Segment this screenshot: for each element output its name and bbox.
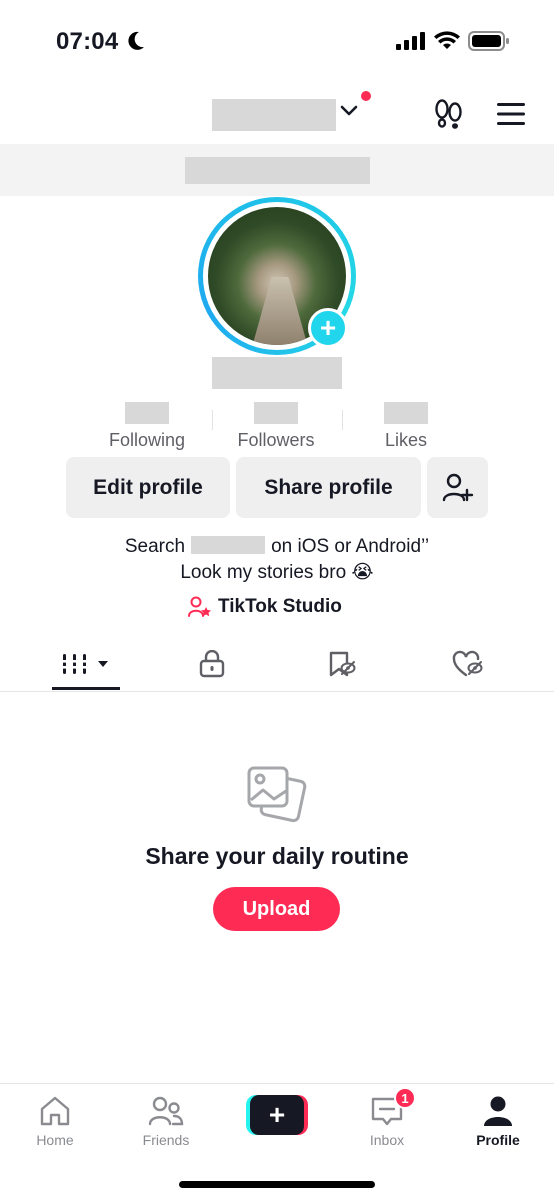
plus-icon: + (319, 312, 337, 343)
status-time: 07:04 (56, 28, 119, 55)
info-banner[interactable] (0, 144, 554, 196)
nav-label: Home (36, 1132, 74, 1148)
stat-following[interactable]: Following (77, 402, 217, 451)
banner-text-redacted (185, 157, 370, 184)
nav-label: Inbox (369, 1132, 405, 1148)
lock-icon (199, 650, 225, 678)
empty-state-title: Share your daily routine (145, 843, 409, 869)
signal-icon (396, 32, 425, 50)
nav-inbox[interactable]: Inbox (337, 1092, 437, 1148)
footprint-icon[interactable] (432, 98, 466, 130)
stat-label: Followers (237, 430, 315, 450)
stat-label: Following (108, 430, 186, 450)
moon-icon (128, 31, 144, 50)
stat-value-redacted (384, 402, 428, 424)
create-icon: + (250, 1095, 304, 1135)
tab-private[interactable] (182, 648, 242, 680)
wifi-icon (434, 31, 460, 49)
heart-icon (452, 650, 483, 677)
create-button[interactable]: + (246, 1095, 308, 1135)
add-story-button[interactable]: + (308, 308, 348, 348)
menu-icon[interactable] (496, 102, 526, 126)
upload-button[interactable]: Upload (213, 887, 340, 931)
friends-icon (148, 1096, 184, 1126)
home-icon (40, 1096, 70, 1126)
stat-followers[interactable]: Followers (206, 402, 346, 451)
stat-label: Likes (384, 430, 428, 450)
nav-home[interactable]: Home (5, 1092, 105, 1148)
notification-dot (361, 91, 371, 101)
content-tabs (0, 640, 554, 692)
bio-line-1: Search on iOS or Android’’ (124, 536, 430, 557)
inbox-badge: 1 (394, 1087, 416, 1109)
nav-label: Profile (476, 1132, 520, 1148)
bio-line-2: Look my stories bro 😭 (180, 562, 374, 583)
add-friend-button[interactable] (427, 457, 488, 518)
add-friend-icon (442, 473, 473, 501)
profile-icon (484, 1096, 512, 1126)
share-profile-button[interactable]: Share profile (236, 457, 421, 518)
stat-value-redacted (125, 402, 169, 424)
tiktok-studio-link[interactable]: TikTok Studio (188, 595, 342, 619)
bio-redacted (191, 536, 266, 554)
nav-label: Friends (142, 1132, 190, 1148)
bookmark-icon (329, 651, 356, 677)
stat-likes[interactable]: Likes (336, 402, 476, 451)
home-indicator (179, 1181, 375, 1188)
status-bar: 07:04 (0, 0, 554, 84)
active-tab-indicator (52, 687, 120, 690)
tab-saved[interactable] (312, 648, 372, 680)
stat-value-redacted (254, 402, 298, 424)
tab-videos[interactable] (56, 648, 116, 680)
username-redacted[interactable] (212, 99, 336, 131)
profile-header (0, 84, 554, 144)
display-name-redacted (212, 357, 342, 389)
photos-icon (247, 766, 307, 823)
videos-grid-icon (60, 654, 108, 674)
chevron-down-icon[interactable] (340, 104, 358, 118)
studio-label: TikTok Studio (218, 596, 342, 617)
nav-friends[interactable]: Friends (116, 1092, 216, 1148)
edit-profile-button[interactable]: Edit profile (66, 457, 230, 518)
tab-liked[interactable] (438, 648, 498, 680)
nav-profile[interactable]: Profile (448, 1092, 548, 1148)
battery-icon (468, 31, 509, 51)
studio-icon (188, 596, 211, 617)
